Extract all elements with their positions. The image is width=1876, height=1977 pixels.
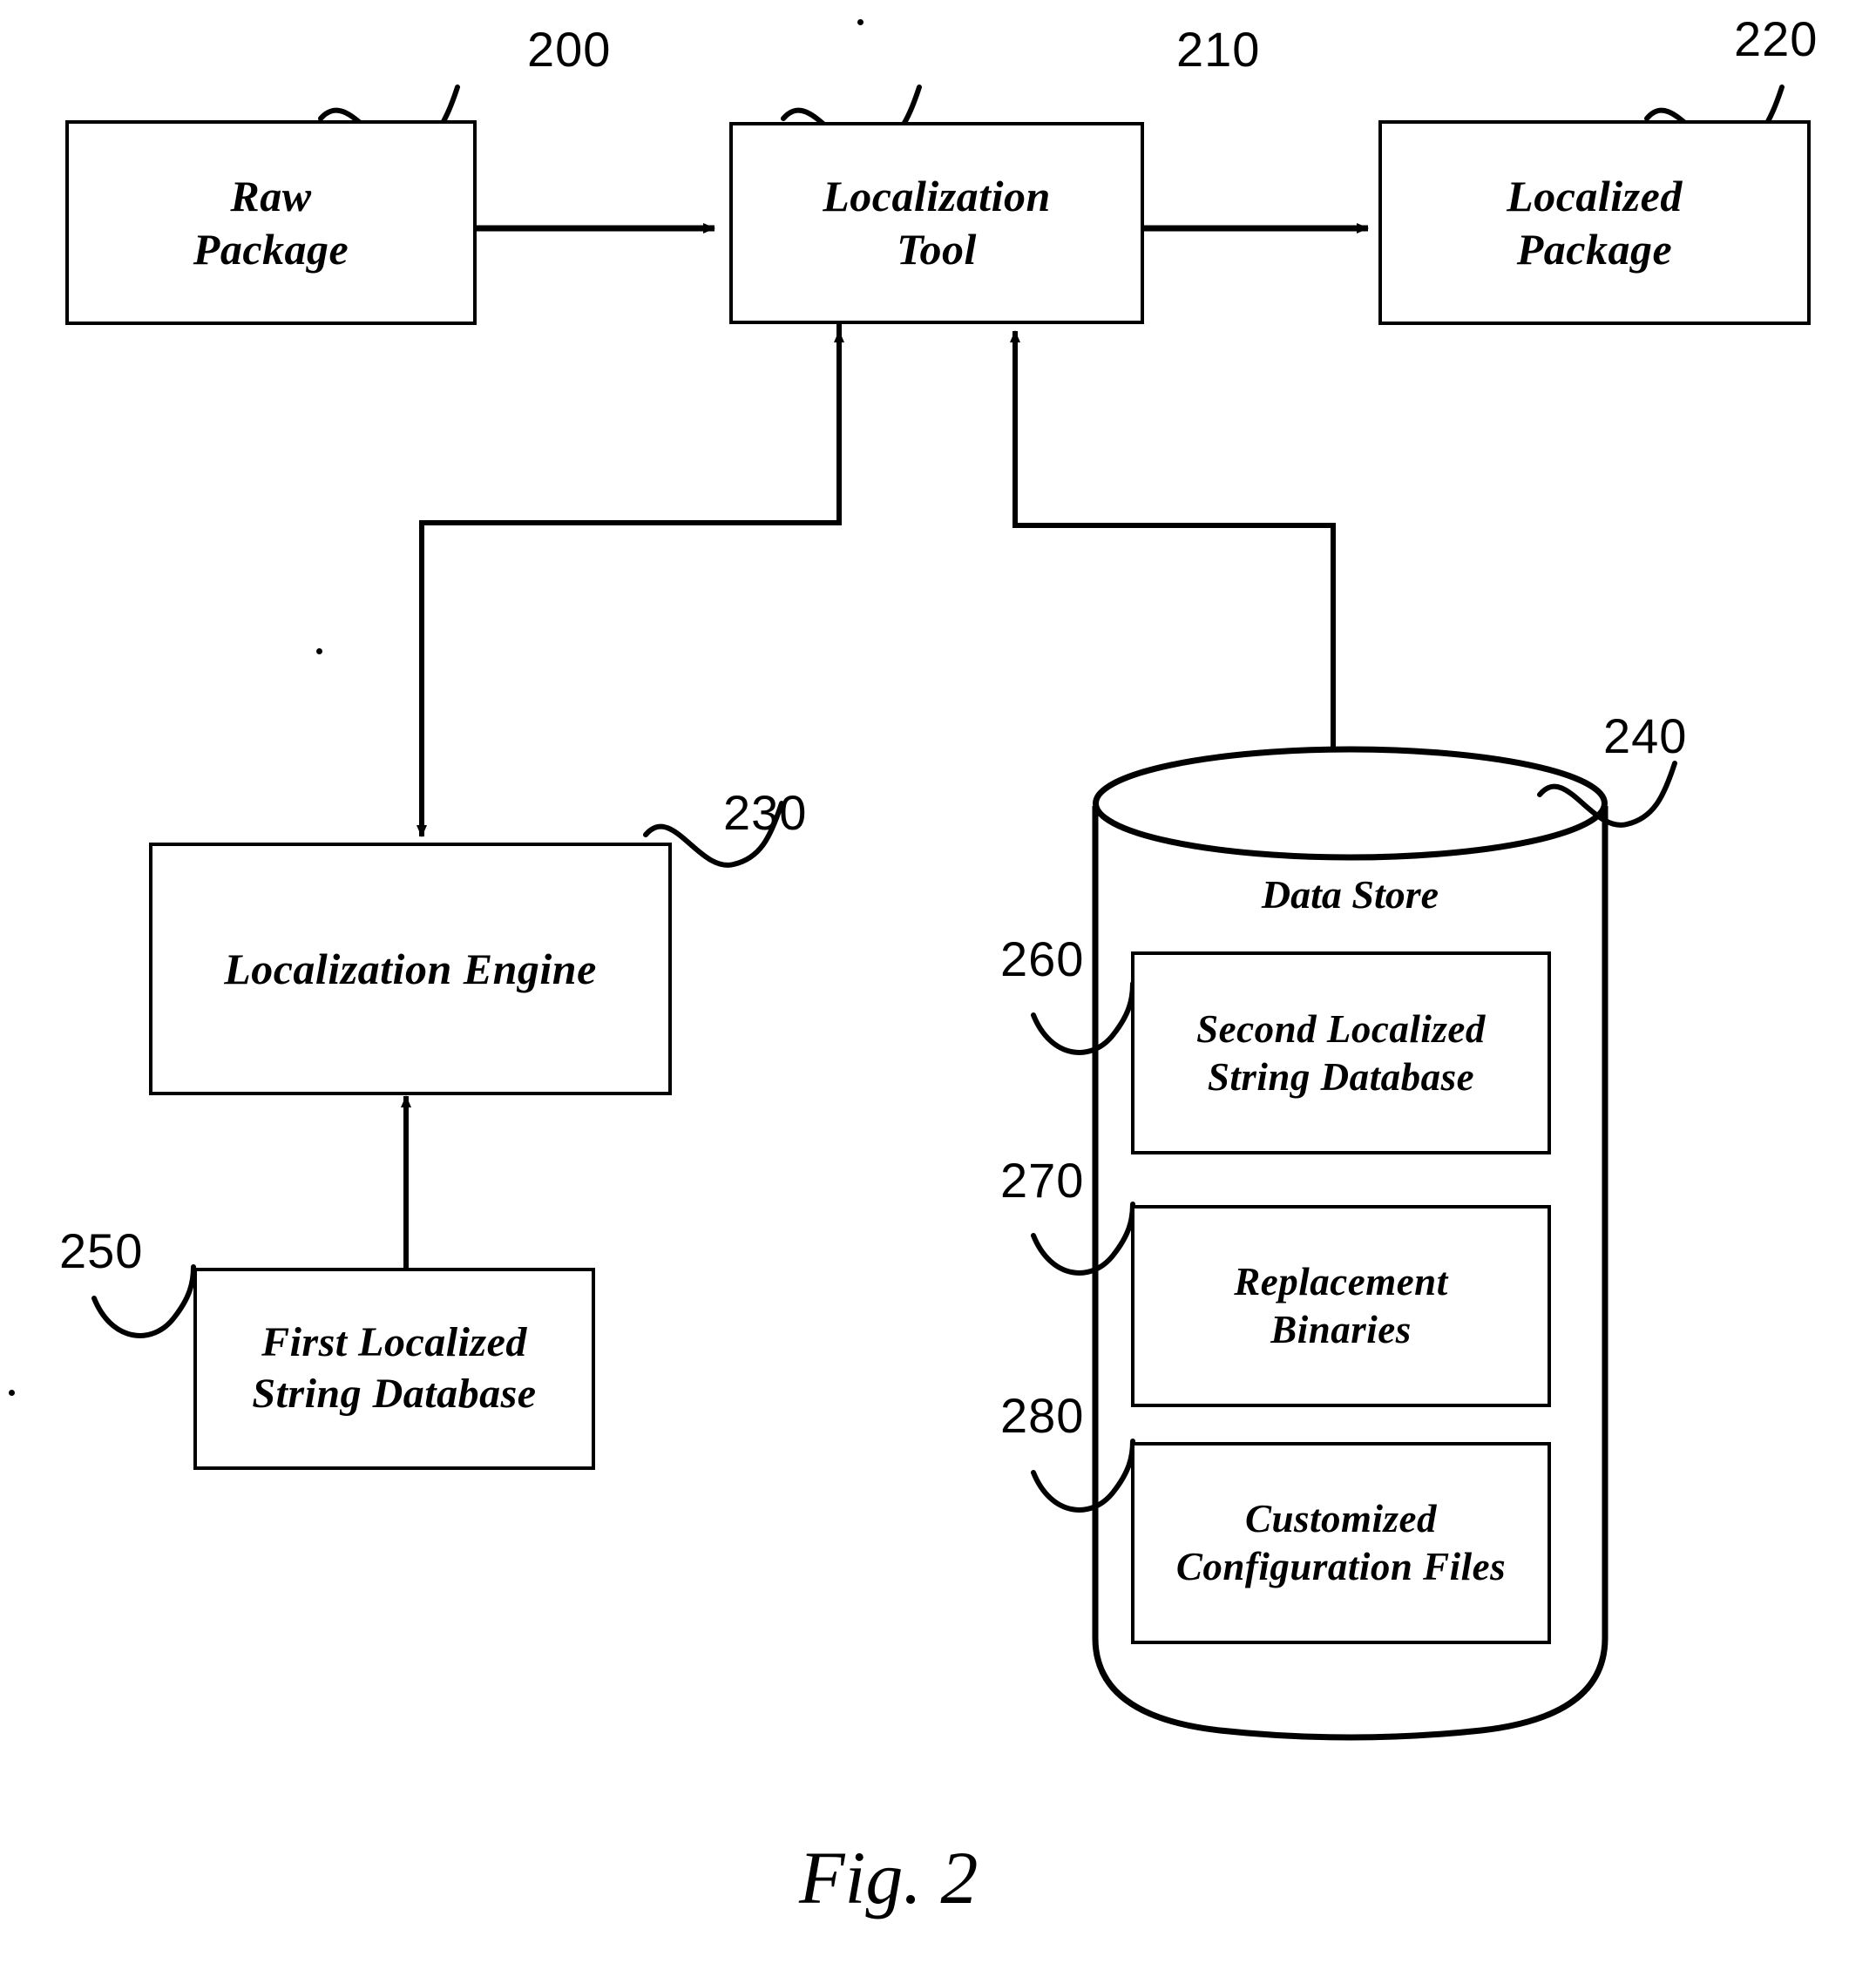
node-second-db-label-line1: Second Localized [1196, 1006, 1486, 1051]
ref-numeral-260: 260 [1000, 931, 1085, 986]
connector-localization-tool-to-localization-engine [417, 322, 844, 837]
scan-speck [316, 648, 322, 654]
patent-figure-page: Raw Package Localization Tool Localized … [0, 0, 1876, 1977]
node-localization-tool[interactable]: Localization Tool [729, 122, 1144, 324]
node-localization-tool-label-line2: Tool [897, 225, 977, 274]
figure-caption: Fig. 2 [799, 1836, 979, 1919]
ref-numeral-210: 210 [1176, 22, 1261, 77]
node-first-db-label-line1: First Localized [261, 1319, 527, 1366]
node-localized-package[interactable]: Localized Package [1378, 120, 1811, 325]
node-customized-config-label-line1: Customized [1244, 1497, 1438, 1541]
node-localization-engine[interactable]: Localization Engine [149, 843, 672, 1095]
ref-numeral-230: 230 [723, 785, 808, 840]
node-first-db-label-line2: String Database [252, 1371, 537, 1417]
node-customized-config-label-line2: Configuration Files [1175, 1545, 1507, 1588]
node-raw-package-label-line2: Package [193, 224, 349, 274]
node-replacement-binaries[interactable]: Replacement Binaries [1131, 1205, 1551, 1407]
ref-numeral-280: 280 [1000, 1388, 1085, 1443]
node-localization-tool-label-line1: Localization [823, 172, 1051, 220]
node-second-localized-string-database[interactable]: Second Localized String Database [1131, 951, 1551, 1154]
data-store-title: Data Store [1261, 872, 1439, 917]
node-replacement-binaries-label-line1: Replacement [1234, 1260, 1448, 1304]
node-customized-configuration-files[interactable]: Customized Configuration Files [1131, 1442, 1551, 1644]
ref-numeral-240: 240 [1603, 708, 1688, 763]
node-localized-package-label-line1: Localized [1507, 171, 1683, 220]
node-first-localized-string-database[interactable]: First Localized String Database [193, 1268, 595, 1470]
connector-data-store-to-localization-tool [1010, 330, 1336, 784]
ref-numeral-250: 250 [59, 1223, 144, 1278]
node-localized-package-label-line2: Package [1516, 224, 1673, 274]
scan-speck [9, 1390, 15, 1396]
node-raw-package[interactable]: Raw Package [65, 120, 477, 325]
node-replacement-binaries-label-line2: Binaries [1270, 1308, 1412, 1351]
node-localization-engine-label: Localization Engine [224, 944, 597, 993]
node-raw-package-label-line1: Raw [230, 171, 312, 220]
node-second-db-label-line2: String Database [1207, 1054, 1475, 1099]
ref-numeral-200: 200 [527, 22, 612, 77]
scan-speck [857, 19, 864, 25]
ref-numeral-220: 220 [1734, 11, 1818, 66]
ref-numeral-270: 270 [1000, 1153, 1085, 1208]
